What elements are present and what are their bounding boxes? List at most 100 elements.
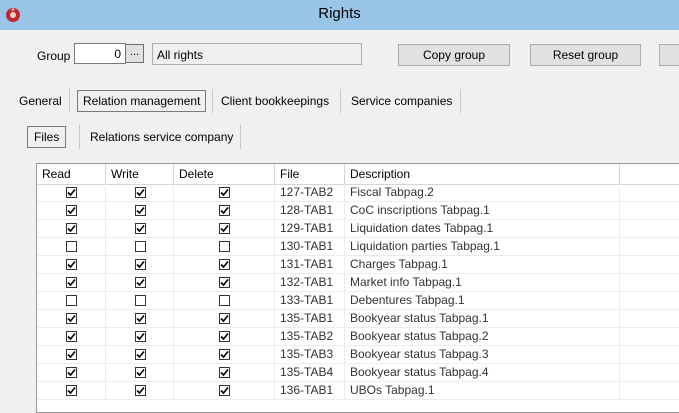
read-checkbox[interactable] xyxy=(66,295,77,306)
description-cell: Charges Tabpag.1 xyxy=(345,256,620,274)
delete-checkbox[interactable] xyxy=(219,349,230,360)
table-row[interactable]: 127-TAB2 Fiscal Tabpag.2 xyxy=(37,184,679,202)
table-row[interactable]: 135-TAB1 Bookyear status Tabpag.1 xyxy=(37,310,679,328)
delete-checkbox[interactable] xyxy=(219,331,230,342)
table-row[interactable]: 133-TAB1 Debentures Tabpag.1 xyxy=(37,292,679,310)
description-cell: Bookyear status Tabpag.4 xyxy=(345,364,620,382)
check-icon xyxy=(136,224,145,233)
tab-service-companies[interactable]: Service companies xyxy=(351,90,452,112)
file-cell: 130-TAB1 xyxy=(275,238,345,256)
write-checkbox[interactable] xyxy=(135,349,146,360)
write-checkbox[interactable] xyxy=(135,331,146,342)
write-checkbox[interactable] xyxy=(135,313,146,324)
delete-checkbox[interactable] xyxy=(219,223,230,234)
check-icon xyxy=(67,260,76,269)
delete-cell xyxy=(174,202,275,220)
subtab-files[interactable]: Files xyxy=(27,126,67,148)
group-number-input[interactable]: 0 xyxy=(74,43,126,64)
check-icon xyxy=(67,224,76,233)
table-row[interactable]: 129-TAB1 Liquidation dates Tabpag.1 xyxy=(37,220,679,238)
file-cell: 135-TAB1 xyxy=(275,310,345,328)
description-cell: Bookyear status Tabpag.2 xyxy=(345,328,620,346)
delete-checkbox[interactable] xyxy=(219,367,230,378)
read-checkbox[interactable] xyxy=(66,223,77,234)
write-cell xyxy=(106,346,174,364)
table-row[interactable]: 136-TAB1 UBOs Tabpag.1 xyxy=(37,382,679,400)
write-checkbox[interactable] xyxy=(135,259,146,270)
read-checkbox[interactable] xyxy=(66,259,77,270)
reset-group-button[interactable]: Reset group xyxy=(530,44,641,66)
write-checkbox[interactable] xyxy=(135,187,146,198)
check-icon xyxy=(220,386,229,395)
table-row[interactable]: 135-TAB4 Bookyear status Tabpag.4 xyxy=(37,364,679,382)
write-checkbox[interactable] xyxy=(135,385,146,396)
delete-cell xyxy=(174,346,275,364)
delete-checkbox[interactable] xyxy=(219,205,230,216)
check-icon xyxy=(67,332,76,341)
write-cell xyxy=(106,292,174,310)
column-header-write[interactable]: Write xyxy=(106,164,174,184)
table-row[interactable]: 135-TAB2 Bookyear status Tabpag.2 xyxy=(37,328,679,346)
delete-checkbox[interactable] xyxy=(219,385,230,396)
column-header-description[interactable]: Description xyxy=(345,164,620,184)
check-icon xyxy=(136,260,145,269)
delete-checkbox[interactable] xyxy=(219,187,230,198)
delete-checkbox[interactable] xyxy=(219,259,230,270)
group-label: Group xyxy=(37,49,71,63)
delete-checkbox[interactable] xyxy=(219,313,230,324)
write-cell xyxy=(106,220,174,238)
write-checkbox[interactable] xyxy=(135,223,146,234)
table-row[interactable]: 130-TAB1 Liquidation parties Tabpag.1 xyxy=(37,238,679,256)
read-checkbox[interactable] xyxy=(66,241,77,252)
description-cell: Market info Tabpag.1 xyxy=(345,274,620,292)
check-icon xyxy=(67,350,76,359)
write-checkbox[interactable] xyxy=(135,205,146,216)
file-cell: 131-TAB1 xyxy=(275,256,345,274)
delete-cell xyxy=(174,292,275,310)
title-bar[interactable]: Rights xyxy=(0,0,679,30)
delete-cell xyxy=(174,184,275,202)
write-checkbox[interactable] xyxy=(135,277,146,288)
delete-cell xyxy=(174,364,275,382)
copy-group-button[interactable]: Copy group xyxy=(398,44,510,66)
table-row[interactable]: 132-TAB1 Market info Tabpag.1 xyxy=(37,274,679,292)
read-cell xyxy=(37,256,106,274)
read-checkbox[interactable] xyxy=(66,349,77,360)
tab-general[interactable]: General xyxy=(19,90,62,112)
write-cell xyxy=(106,184,174,202)
delete-checkbox[interactable] xyxy=(219,277,230,288)
read-checkbox[interactable] xyxy=(66,187,77,198)
write-checkbox[interactable] xyxy=(135,295,146,306)
write-checkbox[interactable] xyxy=(135,367,146,378)
read-cell xyxy=(37,238,106,256)
column-header-read[interactable]: Read xyxy=(37,164,106,184)
read-cell xyxy=(37,184,106,202)
column-header-delete[interactable]: Delete xyxy=(174,164,275,184)
column-header-file[interactable]: File xyxy=(275,164,345,184)
tab-separator xyxy=(460,89,461,113)
delete-cell xyxy=(174,238,275,256)
check-icon xyxy=(136,368,145,377)
read-checkbox[interactable] xyxy=(66,367,77,378)
tab-relation-management[interactable]: Relation management xyxy=(77,90,207,112)
table-row[interactable]: 128-TAB1 CoC inscriptions Tabpag.1 xyxy=(37,202,679,220)
subtab-relations-service-company[interactable]: Relations service company xyxy=(90,126,233,148)
read-checkbox[interactable] xyxy=(66,205,77,216)
delete-checkbox[interactable] xyxy=(219,295,230,306)
read-checkbox[interactable] xyxy=(66,277,77,288)
write-cell xyxy=(106,202,174,220)
file-cell: 129-TAB1 xyxy=(275,220,345,238)
write-checkbox[interactable] xyxy=(135,241,146,252)
read-checkbox[interactable] xyxy=(66,385,77,396)
more-button[interactable] xyxy=(659,44,679,66)
rights-table[interactable]: Read Write Delete File Description 127-T… xyxy=(36,163,679,413)
delete-checkbox[interactable] xyxy=(219,241,230,252)
tab-client-bookkeepings[interactable]: Client bookkeepings xyxy=(221,90,329,112)
delete-cell xyxy=(174,382,275,400)
read-checkbox[interactable] xyxy=(66,313,77,324)
write-cell xyxy=(106,310,174,328)
table-row[interactable]: 135-TAB3 Bookyear status Tabpag.3 xyxy=(37,346,679,364)
group-lookup-button[interactable]: ... xyxy=(125,44,144,63)
table-row[interactable]: 131-TAB1 Charges Tabpag.1 xyxy=(37,256,679,274)
read-checkbox[interactable] xyxy=(66,331,77,342)
